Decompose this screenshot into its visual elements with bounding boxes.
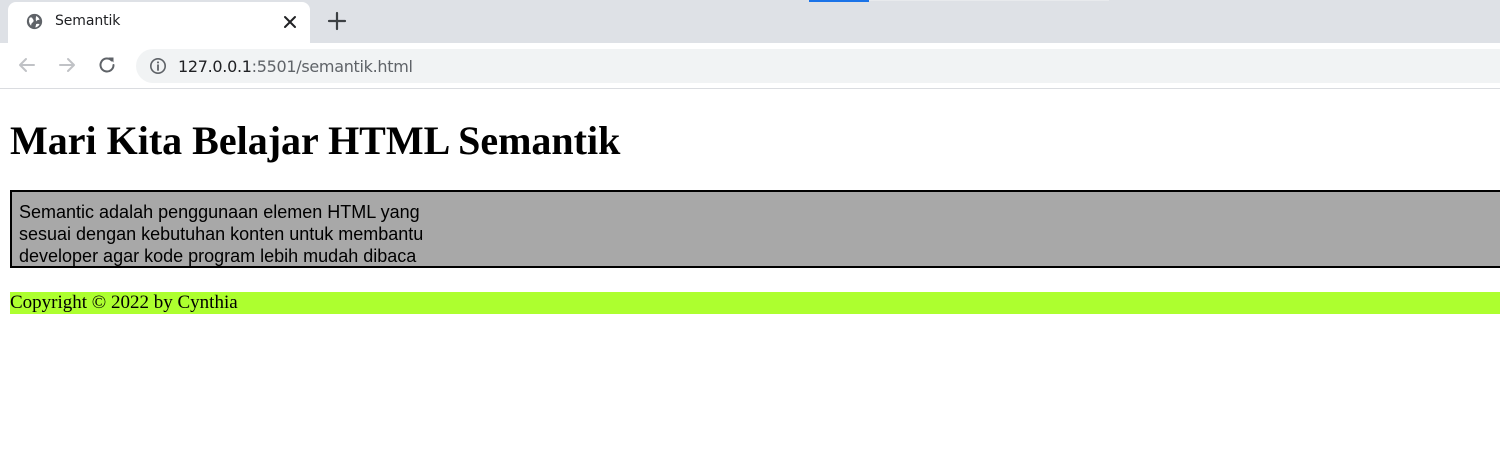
address-url: 127.0.0.1:5501/semantik.html — [178, 57, 413, 76]
globe-icon — [26, 13, 43, 30]
url-path: :5501/semantik.html — [251, 57, 413, 76]
tab-title: Semantik — [55, 13, 121, 29]
tab-strip-accent — [809, 0, 869, 2]
footer-copyright: Copyright © 2022 by Cynthia — [10, 292, 238, 313]
page-heading: Mari Kita Belajar HTML Semantik — [10, 118, 621, 163]
close-icon[interactable] — [280, 12, 300, 32]
footer: Copyright © 2022 by Cynthia — [10, 292, 1500, 314]
browser-toolbar: 127.0.0.1:5501/semantik.html — [0, 43, 1500, 89]
info-icon[interactable] — [149, 57, 167, 75]
tab-strip: Semantik — [0, 0, 1500, 43]
plus-icon[interactable] — [326, 10, 348, 32]
reload-icon[interactable] — [96, 54, 118, 76]
article-text: Semantic adalah penggunaan elemen HTML y… — [19, 202, 424, 266]
arrow-left-icon[interactable] — [16, 54, 38, 76]
url-host: 127.0.0.1 — [178, 57, 252, 76]
page-content: Mari Kita Belajar HTML Semantik Semantic… — [0, 89, 1500, 471]
arrow-right-icon[interactable] — [56, 54, 78, 76]
tab-semantik[interactable]: Semantik — [8, 2, 310, 43]
address-bar[interactable]: 127.0.0.1:5501/semantik.html — [136, 49, 1500, 83]
article-box: Semantic adalah penggunaan elemen HTML y… — [10, 190, 1500, 268]
tab-strip-divider — [869, 0, 1109, 1]
